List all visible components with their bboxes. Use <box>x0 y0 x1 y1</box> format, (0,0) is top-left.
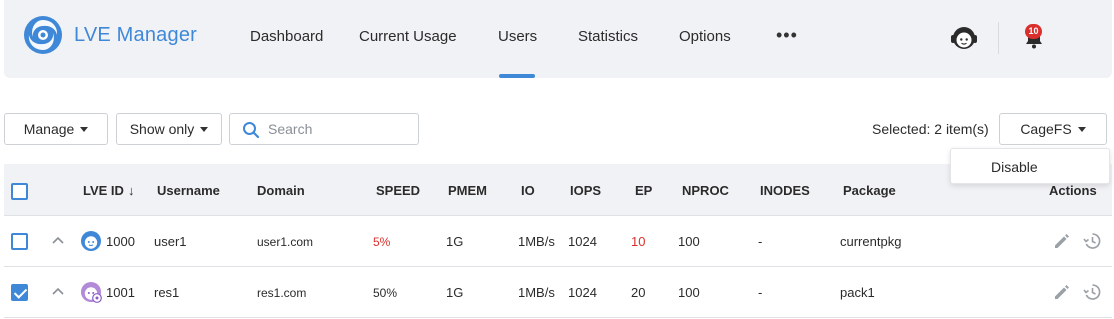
col-io[interactable]: IO <box>521 183 535 198</box>
nav-options[interactable]: Options <box>679 28 731 45</box>
cell-username: user1 <box>154 234 187 249</box>
nav-users[interactable]: Users <box>498 28 537 45</box>
cagefs-label: CageFS <box>1020 121 1072 137</box>
col-speed[interactable]: SPEED <box>376 183 420 198</box>
col-domain[interactable]: Domain <box>257 183 305 198</box>
search-input[interactable] <box>268 119 413 139</box>
col-pmem[interactable]: PMEM <box>448 183 487 198</box>
nav-dashboard[interactable]: Dashboard <box>250 28 323 45</box>
reseller-avatar-icon <box>81 282 102 303</box>
cell-ep: 10 <box>631 234 646 249</box>
col-lve-id[interactable]: LVE ID <box>83 183 124 198</box>
cell-domain: res1.com <box>257 286 307 300</box>
cell-lve-id: 1001 <box>106 285 135 300</box>
cell-lve-id: 1000 <box>106 234 135 249</box>
nav-active-indicator <box>499 74 535 78</box>
selected-count-text: Selected: 2 item(s) <box>872 121 989 137</box>
nav-more-menu[interactable]: ••• <box>776 25 798 46</box>
menu-item-disable[interactable]: Disable <box>991 159 1038 175</box>
manage-label: Manage <box>23 121 75 137</box>
cell-package: currentpkg <box>840 234 902 249</box>
notification-count-badge: 10 <box>1025 24 1042 39</box>
cell-nproc: 100 <box>678 234 700 249</box>
nav-divider <box>998 22 999 54</box>
cagefs-dropdown-menu: Disable <box>950 148 1110 184</box>
user-avatar-icon <box>81 231 101 251</box>
support-agent-icon[interactable] <box>948 22 980 54</box>
cell-iops: 1024 <box>568 285 597 300</box>
cell-io: 1MB/s <box>518 285 555 300</box>
history-icon[interactable] <box>1083 232 1101 250</box>
row-checkbox-checked[interactable] <box>11 284 28 301</box>
chevron-up-icon[interactable] <box>51 235 65 245</box>
col-ep[interactable]: EP <box>635 183 652 198</box>
history-icon[interactable] <box>1083 283 1101 301</box>
row-checkbox[interactable] <box>11 233 28 250</box>
show-only-dropdown-button[interactable]: Show only <box>116 113 222 145</box>
app-logo[interactable]: LVE Manager <box>22 14 197 56</box>
col-nproc[interactable]: NPROC <box>682 183 729 198</box>
table-header: LVE ID ↓ Username Domain SPEED PMEM IO I… <box>4 164 1112 216</box>
select-all-checkbox[interactable] <box>11 183 28 200</box>
chevron-down-icon <box>200 126 209 132</box>
app-title: LVE Manager <box>74 23 198 46</box>
col-actions: Actions <box>1049 183 1097 198</box>
chevron-up-icon[interactable] <box>51 286 65 296</box>
cell-package: pack1 <box>840 285 875 300</box>
nav-current-usage[interactable]: Current Usage <box>359 28 457 45</box>
cell-inodes: - <box>758 234 763 249</box>
cagefs-dropdown-button[interactable]: CageFS <box>999 113 1107 145</box>
table-row[interactable]: 1000 user1 user1.com 5% 1G 1MB/s 1024 10… <box>4 216 1112 267</box>
cell-ep: 20 <box>631 285 646 300</box>
cell-username: res1 <box>154 285 180 300</box>
cell-iops: 1024 <box>568 234 597 249</box>
edit-pencil-icon[interactable] <box>1053 232 1071 250</box>
col-inodes[interactable]: INODES <box>760 183 810 198</box>
col-iops[interactable]: IOPS <box>570 183 601 198</box>
col-username[interactable]: Username <box>157 183 220 198</box>
cell-inodes: - <box>758 285 763 300</box>
col-package[interactable]: Package <box>843 183 896 198</box>
lve-logo-icon <box>24 16 62 54</box>
cell-speed: 50% <box>373 286 398 300</box>
cell-domain: user1.com <box>257 235 314 249</box>
chevron-down-icon <box>1077 126 1086 132</box>
sort-desc-icon[interactable]: ↓ <box>128 183 135 198</box>
show-only-label: Show only <box>129 121 195 137</box>
search-icon <box>243 122 260 139</box>
cell-pmem: 1G <box>446 234 464 249</box>
cell-pmem: 1G <box>446 285 464 300</box>
edit-pencil-icon[interactable] <box>1053 283 1071 301</box>
nav-statistics[interactable]: Statistics <box>578 28 638 45</box>
cell-io: 1MB/s <box>518 234 555 249</box>
search-box[interactable] <box>229 113 419 145</box>
cell-nproc: 100 <box>678 285 700 300</box>
chevron-down-icon <box>80 126 89 132</box>
manage-dropdown-button[interactable]: Manage <box>4 113 108 145</box>
table-row[interactable]: 1001 res1 res1.com 50% 1G 1MB/s 1024 20 … <box>4 267 1112 318</box>
cell-speed: 5% <box>373 235 391 249</box>
